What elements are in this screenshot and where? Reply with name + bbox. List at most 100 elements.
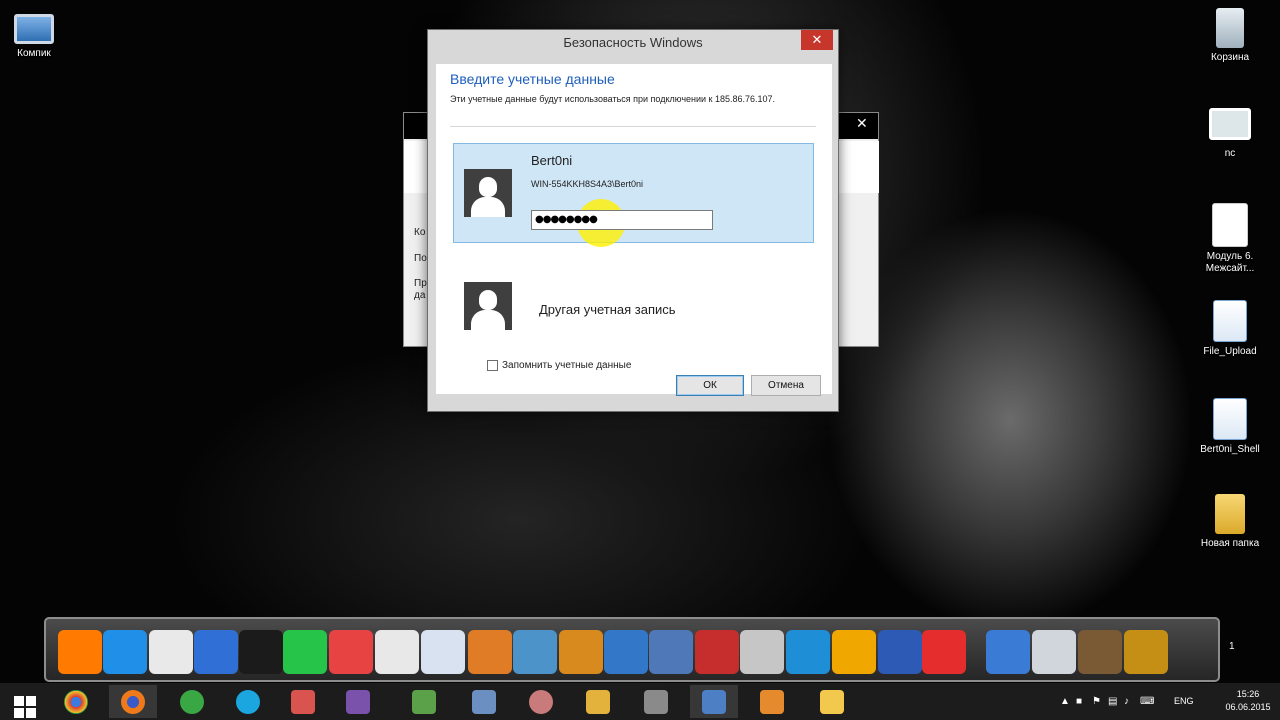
image-icon bbox=[412, 690, 436, 714]
dock-app-icon[interactable] bbox=[604, 630, 648, 674]
dock-app-icon[interactable] bbox=[329, 630, 373, 674]
language-indicator[interactable]: ENG bbox=[1174, 696, 1194, 706]
dialog-content: Введите учетные данные Эти учетные данны… bbox=[436, 64, 832, 394]
dock-app-icon[interactable] bbox=[878, 630, 922, 674]
desktop-icon-recycle-bin[interactable]: Корзина bbox=[1190, 8, 1270, 64]
text-document-icon bbox=[1213, 300, 1247, 342]
tray-flag-icon[interactable]: ⚑ bbox=[1092, 696, 1101, 707]
dock-app-icon[interactable] bbox=[649, 630, 693, 674]
nc-shortcut-icon bbox=[1209, 108, 1251, 140]
clock-time: 15:26 bbox=[1236, 689, 1260, 699]
desktop-icon-label: Компик bbox=[17, 48, 51, 59]
tray-volume-icon[interactable]: ♪ bbox=[1124, 696, 1129, 707]
computer-icon bbox=[14, 14, 54, 44]
dock-app-icon[interactable] bbox=[740, 630, 784, 674]
cancel-button[interactable]: Отмена bbox=[751, 375, 821, 396]
app-icon bbox=[760, 690, 784, 714]
dock-app-icon[interactable] bbox=[468, 630, 512, 674]
tray-network-icon[interactable]: ▤ bbox=[1108, 696, 1117, 707]
remember-checkbox[interactable] bbox=[487, 360, 498, 371]
desktop-icon-bert0ni-shell[interactable]: Bert0ni_Shell bbox=[1190, 398, 1270, 456]
tray-app-icon[interactable]: ■ bbox=[1076, 696, 1082, 707]
user-domain: WIN-554KKH8S4A3\Bert0ni bbox=[531, 179, 644, 189]
user-avatar-icon bbox=[464, 169, 512, 217]
dock-app-icon[interactable] bbox=[986, 630, 1030, 674]
dock-app-icon[interactable] bbox=[922, 630, 966, 674]
dock-app-icon[interactable] bbox=[194, 630, 238, 674]
dock-app-icon[interactable] bbox=[421, 630, 465, 674]
player-icon bbox=[644, 690, 668, 714]
dock-app-icon[interactable] bbox=[559, 630, 603, 674]
dock-app-icon[interactable] bbox=[1078, 630, 1122, 674]
taskbar-explorer[interactable] bbox=[808, 685, 856, 718]
clock[interactable]: 15:26 06.06.2015 bbox=[1222, 688, 1274, 714]
desktop-icon-computer[interactable]: Компик bbox=[0, 8, 74, 60]
taskbar-chrome[interactable] bbox=[52, 685, 100, 718]
desktop-icon-label: Модуль 6. Межсайт... bbox=[1205, 251, 1255, 274]
other-account-avatar-icon[interactable] bbox=[464, 282, 512, 330]
tray-overflow-icon[interactable]: ▲ bbox=[1060, 696, 1070, 707]
taskbar-app-image[interactable] bbox=[400, 685, 448, 718]
taskbar-app-paint[interactable] bbox=[517, 685, 565, 718]
desktop-icon-nc[interactable]: nc bbox=[1190, 108, 1270, 160]
taskbar-app-orange[interactable] bbox=[748, 685, 796, 718]
tray-keyboard-icon[interactable]: ⌨ bbox=[1140, 696, 1154, 707]
dock-counter: 1 bbox=[1229, 641, 1235, 652]
dialog-heading: Введите учетные данные bbox=[450, 71, 615, 87]
chrome-icon bbox=[64, 690, 88, 714]
folder-icon bbox=[820, 690, 844, 714]
desktop-icon-module6[interactable]: Модуль 6. Межсайт... bbox=[1190, 203, 1270, 275]
remote-desktop-icon bbox=[702, 690, 726, 714]
dock-app-icon[interactable] bbox=[786, 630, 830, 674]
paint-icon bbox=[529, 690, 553, 714]
remember-credentials[interactable]: Запомнить учетные данные bbox=[487, 360, 631, 371]
taskbar-virtualbox[interactable] bbox=[460, 685, 508, 718]
recycle-bin-icon bbox=[1216, 8, 1244, 48]
taskbar-app-puzzle[interactable] bbox=[574, 685, 622, 718]
desktop-icon-label: Корзина bbox=[1210, 52, 1250, 63]
background-window-text: По bbox=[414, 253, 427, 264]
background-window-text: Ко bbox=[414, 227, 426, 238]
taskbar-app-tools[interactable] bbox=[279, 685, 327, 718]
dock-app-icon[interactable] bbox=[375, 630, 419, 674]
background-window-text: Пр bbox=[414, 278, 427, 289]
desktop-icon-file-upload[interactable]: File_Upload bbox=[1190, 300, 1270, 358]
user-name: Bert0ni bbox=[531, 153, 573, 168]
dock-app-icon[interactable] bbox=[283, 630, 327, 674]
taskbar-skype[interactable] bbox=[224, 685, 272, 718]
taskbar-remote-desktop[interactable] bbox=[690, 685, 738, 718]
dock-app-icon[interactable] bbox=[149, 630, 193, 674]
ok-button[interactable]: ОК bbox=[676, 375, 744, 396]
folder-icon bbox=[1215, 494, 1245, 534]
dock-app-icon[interactable] bbox=[58, 630, 102, 674]
taskbar-firefox[interactable] bbox=[109, 685, 157, 718]
desktop-icon-label: Новая папка bbox=[1200, 538, 1260, 549]
skype-icon bbox=[236, 690, 260, 714]
clock-date: 06.06.2015 bbox=[1225, 702, 1271, 712]
start-button[interactable] bbox=[0, 685, 48, 718]
tools-icon bbox=[291, 690, 315, 714]
taskbar-app-globe[interactable] bbox=[168, 685, 216, 718]
dock-app-icon[interactable] bbox=[513, 630, 557, 674]
dock-app-icon[interactable] bbox=[1032, 630, 1076, 674]
taskbar-app-purple[interactable] bbox=[334, 685, 382, 718]
dock-app-icon[interactable] bbox=[103, 630, 147, 674]
taskbar-app-player[interactable] bbox=[632, 685, 680, 718]
divider bbox=[450, 126, 816, 127]
desktop-icon-label: nc bbox=[1224, 148, 1236, 159]
selected-user-tile[interactable]: Bert0ni WIN-554KKH8S4A3\Bert0ni ●●●●●●●● bbox=[453, 143, 814, 247]
dock-app-icon[interactable] bbox=[832, 630, 876, 674]
other-account-option[interactable]: Другая учетная запись bbox=[539, 302, 676, 317]
password-input[interactable]: ●●●●●●●● bbox=[531, 210, 713, 230]
close-button[interactable]: ✕ bbox=[801, 30, 833, 50]
taskbar: ▲ ■ ⚑ ▤ ♪ ⌨ ENG 15:26 06.06.2015 bbox=[0, 683, 1280, 720]
puzzle-icon bbox=[586, 690, 610, 714]
dock-app-icon[interactable] bbox=[1124, 630, 1168, 674]
background-window-close-icon[interactable]: ✕ bbox=[856, 115, 868, 132]
credentials-dialog: Безопасность Windows ✕ Введите учетные д… bbox=[427, 29, 839, 412]
app-dock bbox=[44, 617, 1220, 682]
dock-app-icon[interactable] bbox=[239, 630, 283, 674]
document-icon bbox=[1212, 203, 1248, 247]
desktop-icon-new-folder[interactable]: Новая папка bbox=[1190, 494, 1270, 550]
dock-app-icon[interactable] bbox=[695, 630, 739, 674]
